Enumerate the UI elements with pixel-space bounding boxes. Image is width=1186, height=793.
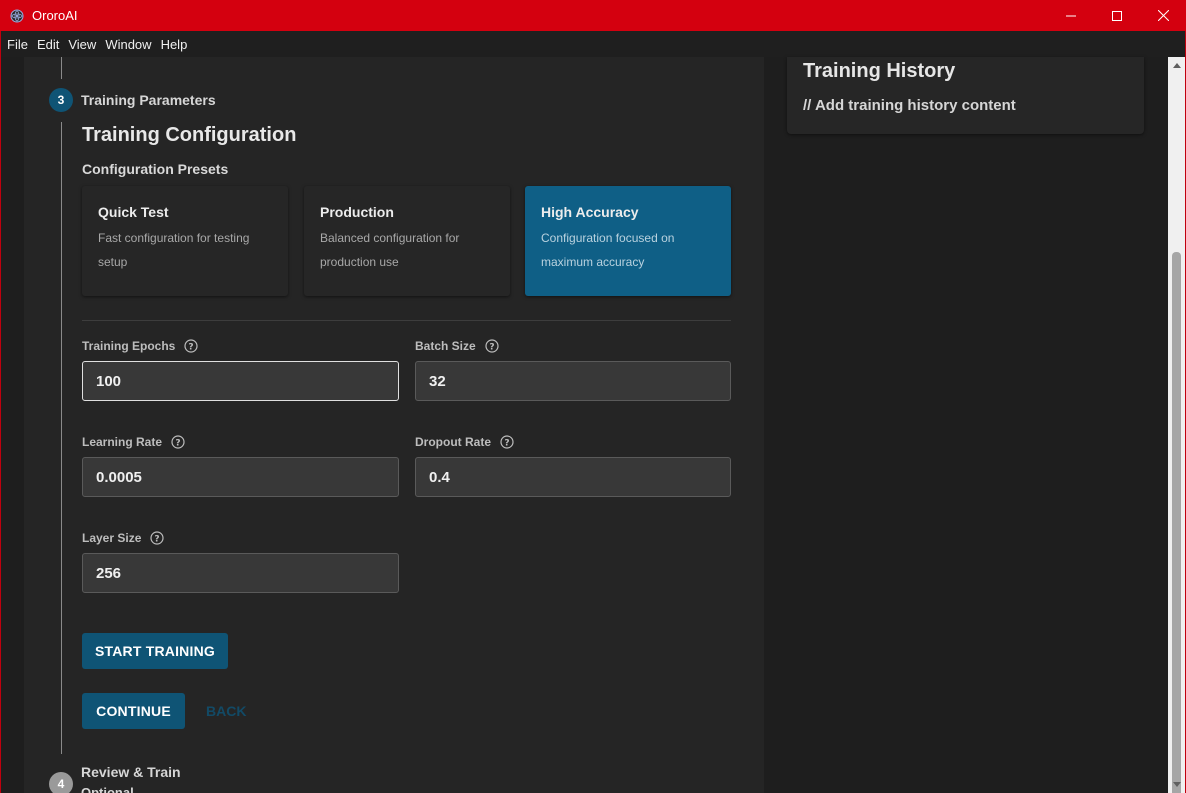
- epochs-input[interactable]: [82, 361, 399, 401]
- chevron-down-icon: [1172, 782, 1181, 787]
- minimize-icon: [1066, 15, 1076, 16]
- batch-size-label-text: Batch Size: [415, 339, 476, 353]
- chevron-up-icon: [1172, 63, 1181, 68]
- close-icon: [1157, 10, 1169, 21]
- start-training-button[interactable]: START TRAINING: [82, 633, 228, 669]
- step-3-number: 3: [57, 93, 65, 107]
- preset-card-production[interactable]: Production Balanced configuration for pr…: [304, 186, 510, 296]
- continue-button[interactable]: CONTINUE: [82, 693, 185, 729]
- step-3-indicator: 3: [49, 88, 73, 112]
- layer-size-label: Layer Size ?: [82, 531, 164, 545]
- help-icon[interactable]: ?: [485, 339, 499, 353]
- help-icon[interactable]: ?: [150, 531, 164, 545]
- menu-help[interactable]: Help: [161, 37, 188, 52]
- preset-name: Production: [320, 204, 394, 220]
- step-4-label[interactable]: Review & Train: [81, 764, 181, 780]
- layer-size-input[interactable]: [82, 553, 399, 593]
- menu-edit[interactable]: Edit: [37, 37, 59, 52]
- preset-name: Quick Test: [98, 204, 169, 220]
- window-title: OroroAI: [32, 8, 78, 23]
- layer-size-label-text: Layer Size: [82, 531, 142, 545]
- close-button[interactable]: [1140, 0, 1186, 31]
- svg-text:?: ?: [489, 343, 494, 353]
- stepper-connector: [61, 122, 62, 754]
- learning-rate-label-text: Learning Rate: [82, 435, 163, 449]
- stepper-connector: [61, 57, 62, 79]
- vertical-scrollbar[interactable]: [1168, 57, 1185, 793]
- side-panel: [764, 57, 1168, 793]
- window-border: [0, 31, 1, 793]
- dropout-rate-input[interactable]: [415, 457, 731, 497]
- help-icon[interactable]: ?: [171, 435, 185, 449]
- scroll-up-button[interactable]: [1168, 57, 1185, 74]
- svg-text:?: ?: [155, 535, 160, 545]
- svg-text:?: ?: [189, 343, 194, 353]
- batch-size-input[interactable]: [415, 361, 731, 401]
- menu-window[interactable]: Window: [105, 37, 151, 52]
- preset-description: Configuration focused on maximum accurac…: [541, 231, 675, 269]
- epochs-label: Training Epochs ?: [82, 339, 198, 353]
- left-gutter: [1, 57, 24, 793]
- learning-rate-label: Learning Rate ?: [82, 435, 185, 449]
- svg-text:?: ?: [504, 439, 509, 449]
- step-3-label[interactable]: Training Parameters: [81, 92, 216, 108]
- training-history-title: Training History: [803, 60, 956, 82]
- step-4-number: 4: [57, 777, 65, 791]
- batch-size-label: Batch Size ?: [415, 339, 499, 353]
- maximize-icon: [1112, 10, 1122, 21]
- preset-description: Fast configuration for testing setup: [98, 231, 250, 269]
- divider: [82, 320, 731, 321]
- scroll-down-button[interactable]: [1168, 776, 1185, 793]
- preset-card-quick-test[interactable]: Quick Test Fast configuration for testin…: [82, 186, 288, 296]
- scroll-thumb[interactable]: [1172, 252, 1181, 793]
- menu-bar: File Edit View Window Help: [0, 31, 1186, 57]
- presets-title: Configuration Presets: [82, 161, 229, 177]
- section-title: Training Configuration: [82, 124, 297, 146]
- minimize-button[interactable]: [1048, 0, 1094, 31]
- svg-text:?: ?: [175, 439, 180, 449]
- help-icon[interactable]: ?: [184, 339, 198, 353]
- title-bar: OroroAI: [0, 0, 1186, 31]
- dropout-rate-label-text: Dropout Rate: [415, 435, 491, 449]
- back-button[interactable]: BACK: [206, 703, 246, 719]
- maximize-button[interactable]: [1094, 0, 1140, 31]
- menu-view[interactable]: View: [68, 37, 96, 52]
- help-icon[interactable]: ?: [500, 435, 514, 449]
- menu-file[interactable]: File: [7, 37, 28, 52]
- learning-rate-input[interactable]: [82, 457, 399, 497]
- dropout-rate-label: Dropout Rate ?: [415, 435, 514, 449]
- step-4-indicator: 4: [49, 772, 73, 793]
- step-4-sublabel: Optional: [81, 785, 134, 793]
- epochs-label-text: Training Epochs: [82, 339, 176, 353]
- preset-card-high-accuracy[interactable]: High Accuracy Configuration focused on m…: [525, 186, 731, 296]
- app-logo-icon: [9, 8, 25, 24]
- training-history-content: // Add training history content: [803, 97, 1016, 114]
- preset-description: Balanced configuration for production us…: [320, 231, 460, 269]
- preset-name: High Accuracy: [541, 204, 639, 220]
